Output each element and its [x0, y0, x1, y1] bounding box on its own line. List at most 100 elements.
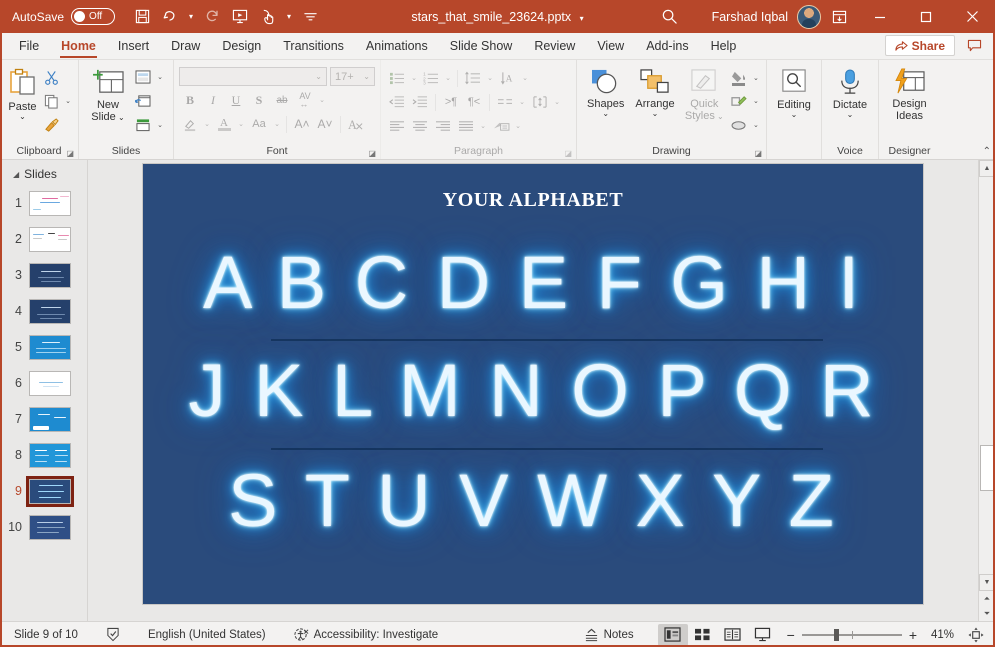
cut-icon[interactable] [40, 66, 62, 88]
decrease-font-size-button[interactable]: A˅ [314, 113, 336, 135]
columns-caret[interactable]: ⌄ [517, 98, 527, 106]
zoom-in-button[interactable]: + [909, 627, 917, 643]
thumbnail-item-2[interactable]: 2 [0, 221, 87, 257]
undo-icon[interactable] [157, 5, 183, 29]
ribbon-display-options-icon[interactable] [821, 0, 857, 33]
quick-styles-caret[interactable]: ⌄ [715, 112, 724, 121]
comments-button[interactable] [959, 35, 989, 56]
format-painter-icon[interactable] [40, 114, 62, 136]
convert-to-smartart-button[interactable] [490, 115, 512, 137]
alphabet-row-3[interactable]: S T U V W X Y Z [143, 464, 923, 538]
autosave-toggle[interactable]: Off [71, 8, 115, 25]
slide-show-view-button[interactable] [748, 624, 778, 646]
smartart-caret[interactable]: ⌄ [513, 122, 523, 130]
editing-button[interactable]: Editing ⌄ [772, 65, 816, 119]
thumbnail-item-5[interactable]: 5 [0, 329, 87, 365]
shape-outline-icon[interactable] [728, 90, 750, 112]
customize-qat-icon[interactable] [297, 5, 323, 29]
clear-formatting-button[interactable]: A [345, 113, 367, 135]
thumbnail-item-8[interactable]: 8 [0, 437, 87, 473]
paste-caret[interactable]: ⌄ [19, 113, 26, 121]
accessibility-button[interactable]: Accessibility: Investigate [290, 625, 443, 644]
tab-help[interactable]: Help [700, 33, 748, 59]
font-name-caret[interactable]: ⌄ [315, 72, 322, 81]
italic-button[interactable]: I [202, 89, 224, 111]
increase-indent-button[interactable] [409, 91, 431, 113]
zoom-slider-track[interactable] [802, 634, 902, 636]
touch-mode-icon[interactable] [255, 5, 281, 29]
redo-icon[interactable] [199, 5, 225, 29]
character-spacing-caret[interactable]: ⌄ [317, 96, 327, 104]
tab-add-ins[interactable]: Add-ins [635, 33, 699, 59]
text-shadow-button[interactable]: S [248, 89, 270, 111]
bullets-caret[interactable]: ⌄ [409, 74, 419, 82]
tab-design[interactable]: Design [211, 33, 272, 59]
dictate-caret[interactable]: ⌄ [847, 111, 854, 119]
thumbnail-item-9[interactable]: 9 [0, 473, 87, 509]
shapes-caret[interactable]: ⌄ [602, 110, 609, 118]
tab-slide-show[interactable]: Slide Show [439, 33, 524, 59]
slide-sorter-view-button[interactable] [688, 624, 718, 646]
shapes-button[interactable]: Shapes ⌄ [582, 65, 629, 118]
arrange-button[interactable]: Arrange ⌄ [629, 65, 680, 118]
underline-button[interactable]: U [225, 89, 247, 111]
start-presentation-icon[interactable] [227, 5, 253, 29]
drawing-dialog-launcher[interactable]: ◪ [754, 149, 762, 158]
copy-icon[interactable] [40, 90, 62, 112]
strikethrough-button[interactable]: ab [271, 89, 293, 111]
font-color-caret[interactable]: ⌄ [236, 120, 246, 128]
change-case-caret[interactable]: ⌄ [272, 120, 282, 128]
font-size-input[interactable]: 17+ ⌄ [330, 67, 375, 86]
zoom-out-button[interactable]: − [787, 627, 795, 643]
bullets-button[interactable] [386, 67, 408, 89]
language-button[interactable]: English (United States) [144, 627, 270, 643]
thumbnail-item-4[interactable]: 4 [0, 293, 87, 329]
touch-mode-caret[interactable]: ▾ [283, 5, 295, 29]
avatar[interactable] [797, 5, 821, 29]
align-text-caret[interactable]: ⌄ [552, 98, 562, 106]
shape-effects-caret[interactable]: ⌄ [751, 121, 761, 129]
editing-caret[interactable]: ⌄ [791, 111, 798, 119]
text-highlight-button[interactable] [179, 113, 201, 135]
columns-button[interactable] [494, 91, 516, 113]
fit-slide-to-window-button[interactable] [963, 624, 989, 646]
thumbnail-item-10[interactable]: 10 [0, 509, 87, 545]
new-slide-button[interactable]: New Slide ⌄ [84, 65, 132, 123]
document-title-caret[interactable]: ▾ [580, 14, 584, 23]
minimize-button[interactable] [857, 0, 903, 33]
tab-home[interactable]: Home [50, 33, 107, 59]
section-caret[interactable]: ⌄ [155, 121, 165, 129]
numbering-caret[interactable]: ⌄ [443, 74, 453, 82]
maximize-button[interactable] [903, 0, 949, 33]
copy-caret[interactable]: ⌄ [63, 97, 73, 105]
bold-button[interactable]: B [179, 89, 201, 111]
save-icon[interactable] [129, 5, 155, 29]
text-direction-button[interactable]: A [497, 67, 519, 89]
rtl-button[interactable]: ¶< [463, 91, 485, 113]
alphabet-row-2[interactable]: J K L M N O P Q R [143, 354, 923, 428]
align-left-button[interactable] [386, 115, 408, 137]
clipboard-dialog-launcher[interactable]: ◪ [66, 149, 74, 158]
increase-font-size-button[interactable]: A˄ [291, 113, 313, 135]
alphabet-row-1[interactable]: A B C D E F G H I [143, 246, 923, 320]
share-button[interactable]: Share [885, 35, 955, 56]
zoom-slider-thumb[interactable] [834, 629, 839, 641]
text-direction-caret[interactable]: ⌄ [520, 74, 530, 82]
align-center-button[interactable] [409, 115, 431, 137]
shape-fill-caret[interactable]: ⌄ [751, 74, 761, 82]
slide-canvas[interactable]: YOUR ALPHABET A B C D E F G H I J K L M … [143, 164, 923, 604]
tab-animations[interactable]: Animations [355, 33, 439, 59]
layout-icon[interactable] [132, 66, 154, 88]
font-name-input[interactable]: ⌄ [179, 67, 327, 86]
text-highlight-caret[interactable]: ⌄ [202, 120, 212, 128]
slide-title[interactable]: YOUR ALPHABET [143, 189, 923, 212]
tab-transitions[interactable]: Transitions [272, 33, 355, 59]
tab-draw[interactable]: Draw [160, 33, 211, 59]
spellcheck-button[interactable] [102, 625, 124, 644]
quick-styles-button[interactable]: Quick Styles ⌄ [681, 65, 728, 122]
arrange-caret[interactable]: ⌄ [652, 110, 659, 118]
font-size-caret[interactable]: ⌄ [363, 72, 370, 81]
notes-button[interactable]: Notes [580, 626, 638, 644]
font-dialog-launcher[interactable]: ◪ [368, 149, 376, 158]
ltr-button[interactable]: >¶ [440, 91, 462, 113]
